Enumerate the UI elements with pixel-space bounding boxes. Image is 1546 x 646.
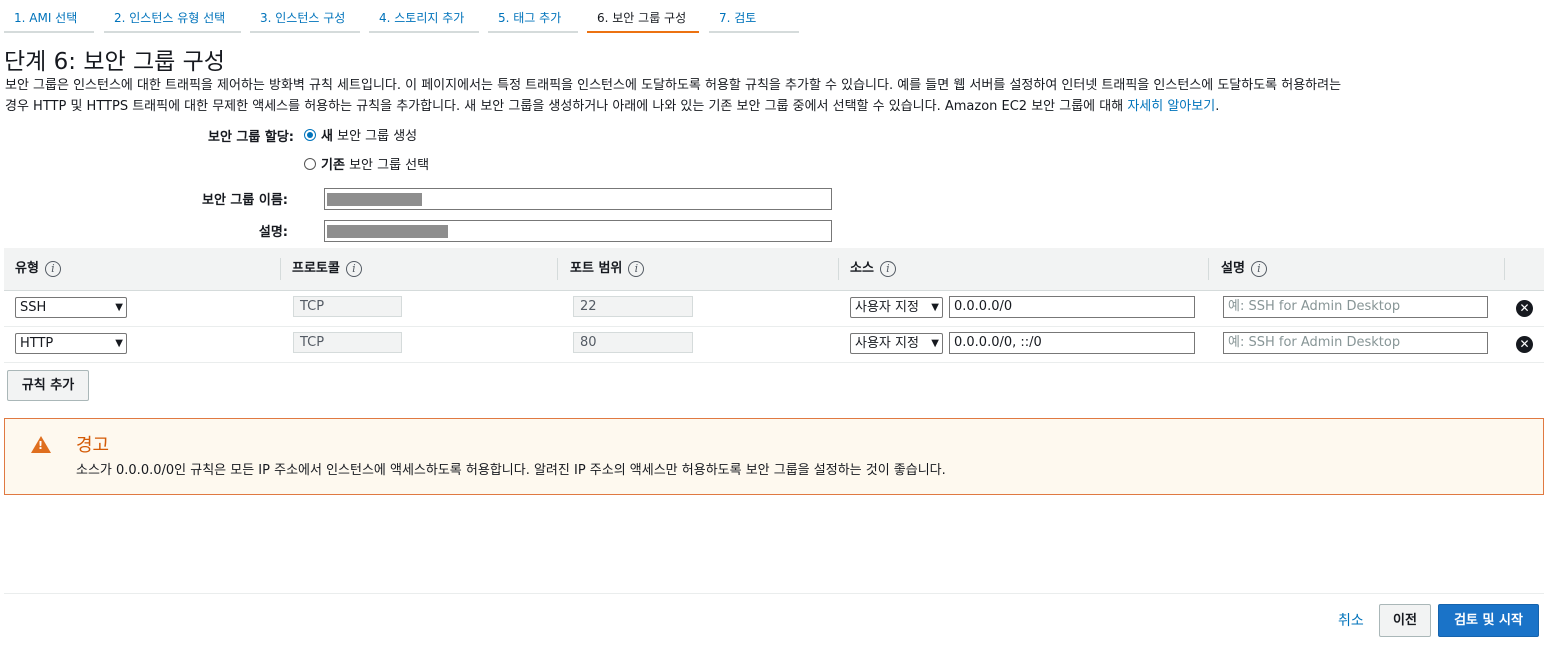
radio-existing-label: 보안 그룹 선택 [349, 158, 430, 173]
info-icon[interactable]: i [628, 261, 645, 277]
radio-new-bold: 새 [321, 129, 333, 144]
radio-existing-group[interactable]: 기존 보안 그룹 선택 [304, 154, 429, 173]
info-icon[interactable]: i [345, 261, 362, 277]
cancel-link[interactable]: 취소 [1338, 610, 1364, 630]
source-mode-value: 사용자 지정 [855, 336, 919, 351]
type-select[interactable]: SSH ▼ [15, 297, 127, 318]
previous-button[interactable]: 이전 [1379, 604, 1431, 637]
warning-icon: ! [31, 436, 51, 453]
protocol-field: TCP [293, 332, 402, 353]
protocol-field: TCP [293, 296, 402, 317]
wizard-tabs: 1. AMI 선택 2. 인스턴스 유형 선택 3. 인스턴스 구성 4. 스토… [0, 0, 1546, 34]
assign-label: 보안 그룹 할당: [207, 130, 294, 145]
rules-table-header: 유형 i 프로토콜 i 포트 범위 i 소스 i 설명 i [4, 248, 1544, 291]
type-select[interactable]: HTTP ▼ [15, 333, 127, 354]
port-range-field: 80 [573, 332, 693, 353]
type-value: SSH [20, 300, 47, 315]
group-name-label: 보안 그룹 이름: [201, 193, 288, 208]
header-port-label: 포트 범위 [570, 261, 623, 276]
type-value: HTTP [20, 336, 54, 351]
redacted-value [327, 193, 422, 206]
table-row: SSH ▼ TCP 22 사용자 지정 ▼ 0.0.0.0/0 예: SSH for… [4, 290, 1544, 327]
chevron-down-icon: ▼ [115, 338, 123, 349]
table-row: HTTP ▼ TCP 80 사용자 지정 ▼ 0.0.0.0/0, ::/0 예: … [4, 326, 1544, 363]
radio-new-group[interactable]: 새 보안 그룹 생성 [304, 125, 417, 144]
radio-existing-bold: 기존 [321, 158, 345, 173]
description-end: . [1215, 99, 1220, 114]
description-line-1: 보안 그룹은 인스턴스에 대한 트래픽을 제어하는 방화벽 규칙 세트입니다. … [5, 78, 1342, 93]
rule-description-input[interactable]: 예: SSH for Admin Desktop [1223, 332, 1488, 354]
header-description: 설명 i [1221, 248, 1267, 290]
column-divider [557, 258, 558, 280]
warning-title: 경고 [76, 435, 110, 456]
chevron-down-icon: ▼ [931, 298, 939, 317]
group-desc-input[interactable] [324, 220, 832, 242]
header-desc-label: 설명 [1221, 261, 1245, 276]
header-protocol-label: 프로토콜 [292, 261, 340, 276]
source-mode-select[interactable]: 사용자 지정 ▼ [850, 297, 943, 318]
tab-ami[interactable]: 1. AMI 선택 [4, 0, 94, 33]
info-icon[interactable]: i [44, 261, 61, 277]
column-divider [838, 258, 839, 280]
header-type: 유형 i [15, 248, 61, 290]
radio-new-indicator[interactable] [304, 128, 316, 141]
radio-new-label: 보안 그룹 생성 [337, 129, 418, 144]
tab-configure-instance[interactable]: 3. 인스턴스 구성 [250, 0, 360, 33]
warning-alert: ! 경고 소스가 0.0.0.0/0인 규칙은 모든 IP 주소에서 인스턴스에… [4, 418, 1544, 495]
header-protocol: 프로토콜 i [292, 248, 362, 290]
remove-rule-icon[interactable]: ✕ [1516, 336, 1533, 353]
tab-storage[interactable]: 4. 스토리지 추가 [369, 0, 479, 33]
tab-tags[interactable]: 5. 태그 추가 [488, 0, 578, 33]
remove-rule-icon[interactable]: ✕ [1516, 300, 1533, 317]
warning-message: 소스가 0.0.0.0/0인 규칙은 모든 IP 주소에서 인스턴스에 액세스하… [76, 463, 946, 478]
footer-divider [4, 593, 1544, 594]
info-icon[interactable]: i [1250, 261, 1267, 277]
review-and-launch-button[interactable]: 검토 및 시작 [1438, 604, 1539, 637]
header-type-label: 유형 [15, 261, 39, 276]
source-input[interactable]: 0.0.0.0/0, ::/0 [949, 332, 1195, 354]
source-mode-select[interactable]: 사용자 지정 ▼ [850, 333, 943, 354]
redacted-value [327, 225, 448, 238]
tab-instance-type[interactable]: 2. 인스턴스 유형 선택 [104, 0, 241, 33]
source-input[interactable]: 0.0.0.0/0 [949, 296, 1195, 318]
page-description: 보안 그룹은 인스턴스에 대한 트래픽을 제어하는 방화벽 규칙 세트입니다. … [5, 75, 1545, 117]
column-divider [280, 258, 281, 280]
group-desc-label: 설명: [258, 225, 288, 240]
chevron-down-icon: ▼ [931, 334, 939, 353]
column-divider [1208, 258, 1209, 280]
learn-more-link[interactable]: 자세히 알아보기 [1127, 99, 1215, 114]
info-icon[interactable]: i [879, 261, 896, 277]
radio-existing-indicator[interactable] [304, 157, 316, 170]
group-name-input[interactable] [324, 188, 832, 210]
tab-review[interactable]: 7. 검토 [709, 0, 799, 33]
header-source-label: 소스 [850, 261, 874, 276]
rule-description-input[interactable]: 예: SSH for Admin Desktop [1223, 296, 1488, 318]
tab-security-group[interactable]: 6. 보안 그룹 구성 [587, 0, 699, 33]
port-range-field: 22 [573, 296, 693, 317]
column-divider [1504, 258, 1505, 280]
page-title: 단계 6: 보안 그룹 구성 [4, 49, 225, 75]
source-mode-value: 사용자 지정 [855, 300, 919, 315]
add-rule-button[interactable]: 규칙 추가 [7, 370, 89, 401]
header-port-range: 포트 범위 i [570, 248, 645, 290]
description-line-2: 경우 HTTP 및 HTTPS 트래픽에 대한 무제한 액세스를 허용하는 규칙… [5, 99, 1128, 114]
chevron-down-icon: ▼ [115, 302, 123, 313]
header-source: 소스 i [850, 248, 896, 290]
